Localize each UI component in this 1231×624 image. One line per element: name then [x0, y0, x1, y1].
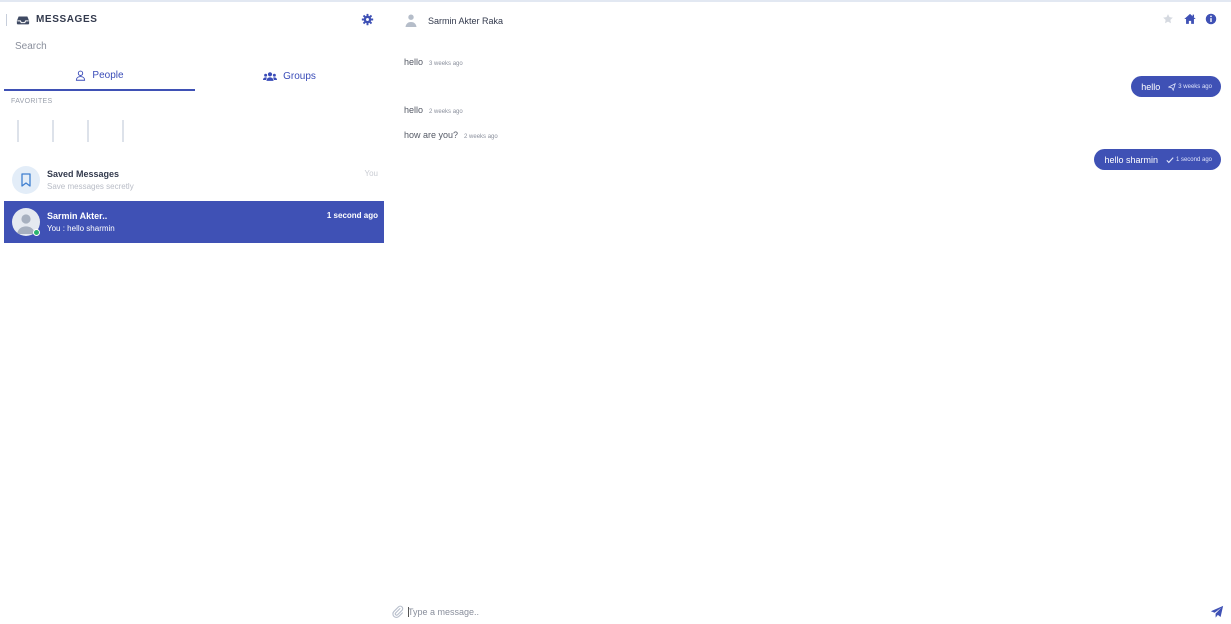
favorite-placeholder	[87, 120, 89, 142]
sidebar-title: MESSAGES	[36, 14, 98, 25]
paper-plane-icon	[1168, 82, 1177, 91]
sidebar: MESSAGES Search People Groups FAVORITES …	[0, 2, 388, 624]
paperclip-icon[interactable]	[391, 605, 404, 618]
message-time-row: 1 second ago	[1166, 156, 1212, 164]
message-input[interactable]	[408, 602, 1188, 622]
users-icon	[263, 72, 278, 81]
contact-last-message: You : hello sharmin	[47, 224, 115, 233]
online-status-dot	[33, 229, 40, 236]
tab-people-label: People	[92, 70, 124, 81]
contact-item-sarmin[interactable]: Sarmin Akter.. You : hello sharmin 1 sec…	[4, 201, 384, 243]
contact-avatar-icon	[405, 14, 417, 27]
checkmark-icon	[1166, 156, 1174, 163]
favorite-placeholder	[17, 120, 19, 142]
message-text: hello	[404, 57, 424, 67]
contact-name: Sarmin Akter..	[47, 211, 108, 221]
incoming-message: hello 3 weeks ago	[404, 57, 463, 67]
favorites-label: FAVORITES	[11, 98, 53, 105]
sidebar-tabs: People Groups	[4, 62, 384, 91]
header-divider	[6, 14, 7, 26]
outgoing-message-bubble: hello sharmin 1 second ago	[1094, 149, 1221, 170]
saved-messages-avatar	[12, 166, 40, 194]
chat-panel: Sarmin Akter Raka hello 3 weeks ago hello	[388, 2, 1231, 624]
saved-messages-item[interactable]: Saved Messages Save messages secretly Yo…	[4, 159, 384, 201]
tab-people[interactable]: People	[4, 62, 195, 91]
message-text: hello sharmin	[1104, 154, 1158, 165]
message-time: 1 second ago	[1175, 156, 1212, 163]
message-time: 3 weeks ago	[1178, 83, 1212, 90]
home-icon[interactable]	[1183, 12, 1197, 26]
bookmark-icon	[21, 173, 31, 187]
chat-contact-name: Sarmin Akter Raka	[428, 16, 504, 26]
person-icon	[76, 70, 86, 81]
chat-header: Sarmin Akter Raka	[388, 2, 1231, 38]
contact-subtitle: Save messages secretly	[47, 182, 134, 191]
message-time: 2 weeks ago	[464, 134, 498, 140]
send-icon[interactable]	[1210, 605, 1224, 619]
tab-groups-label: Groups	[283, 71, 316, 82]
message-time-row: 3 weeks ago	[1168, 82, 1212, 91]
message-text: how are you?	[404, 130, 459, 140]
incoming-message: hello 2 weeks ago	[404, 105, 463, 115]
incoming-message: how are you? 2 weeks ago	[404, 130, 498, 140]
message-time: 3 weeks ago	[429, 61, 463, 67]
inbox-icon	[16, 16, 30, 25]
star-icon[interactable]	[1161, 12, 1175, 26]
message-text: hello	[404, 105, 424, 115]
contact-time: 1 second ago	[326, 211, 378, 220]
contact-meta: You	[364, 169, 379, 178]
contact-name: Saved Messages	[47, 169, 120, 179]
messenger-app: MESSAGES Search People Groups FAVORITES …	[0, 0, 1231, 624]
message-time: 2 weeks ago	[429, 109, 463, 115]
message-composer	[388, 600, 1231, 624]
search-input[interactable]	[4, 36, 384, 56]
sidebar-header: MESSAGES	[0, 2, 388, 38]
info-icon[interactable]	[1204, 12, 1218, 26]
favorite-placeholder	[52, 120, 54, 142]
message-text: hello	[1141, 81, 1161, 92]
outgoing-message-bubble: hello 3 weeks ago	[1131, 76, 1221, 97]
favorite-placeholder	[122, 120, 124, 142]
tab-groups[interactable]: Groups	[195, 62, 384, 91]
text-cursor	[408, 607, 409, 617]
settings-gear-icon[interactable]	[361, 13, 374, 26]
